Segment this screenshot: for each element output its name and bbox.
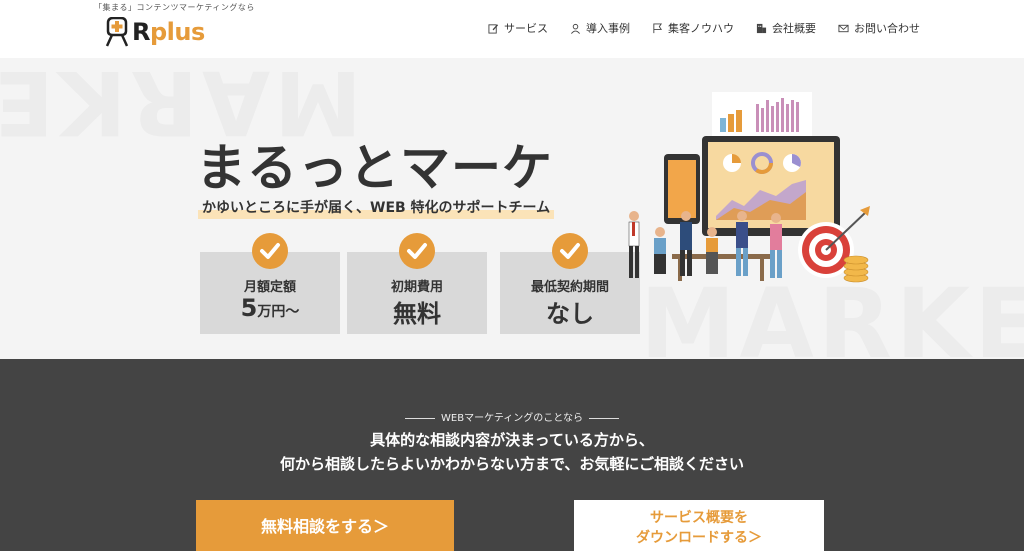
check-icon	[399, 233, 435, 269]
hero-title: まるっとマーケ	[196, 139, 553, 197]
check-icon	[552, 233, 588, 269]
download-overview-button[interactable]: サービス概要を ダウンロードする＞	[574, 500, 824, 551]
flag-icon	[653, 22, 663, 33]
nav-item-label: サービス	[504, 22, 548, 35]
hero-subtitle: かゆいところに手が届く、WEB 特化のサポートチーム	[198, 197, 555, 219]
feature-value: なし	[546, 300, 594, 328]
feature-card-monthly-fee: 月額定額 5万円〜	[200, 233, 340, 334]
main-nav: サービス 導入事例 集客ノウハウ 会社概要 お問い合わせ	[488, 20, 920, 36]
nav-item-service[interactable]: サービス	[488, 20, 548, 36]
background-word-bottom: MARKET	[640, 268, 1024, 359]
free-consultation-button[interactable]: 無料相談をする＞	[196, 500, 454, 551]
nav-item-label: 会社概要	[772, 22, 816, 35]
logo-text: Rplus	[132, 18, 205, 46]
header-tagline: 「集まる」コンテンツマーケティングなら	[94, 3, 255, 12]
nav-item-label: お問い合わせ	[854, 22, 920, 35]
marketing-team-illustration	[628, 92, 870, 283]
nav-item-label: 集客ノウハウ	[668, 22, 734, 35]
building-icon	[756, 23, 767, 33]
cta-heading-line1: 具体的な相談内容が決まっている方から、	[370, 431, 654, 449]
download-button-line1: サービス概要を	[650, 510, 748, 526]
feature-label: 初期費用	[390, 280, 443, 295]
nav-item-cases[interactable]: 導入事例	[570, 20, 630, 36]
user-icon	[571, 23, 580, 34]
cta-small-heading: WEBマーケティングのことなら	[0, 409, 1024, 424]
feature-card-minimum-term: 最低契約期間 なし	[500, 233, 640, 334]
cta-section: WEBマーケティングのことなら 具体的な相談内容が決まっている方から、 何から相…	[0, 359, 1024, 551]
mail-icon	[838, 24, 849, 32]
feature-card-initial-cost: 初期費用 無料	[347, 233, 487, 334]
site-header: 「集まる」コンテンツマーケティングなら Rplus サービス 導入事例 集客ノウ…	[0, 0, 1024, 58]
download-button-line2: ダウンロードする＞	[636, 530, 762, 546]
feature-value: 無料	[393, 300, 441, 328]
feature-label: 最低契約期間	[530, 280, 609, 295]
check-icon	[252, 233, 288, 269]
coin-stack-icon	[843, 255, 869, 283]
feature-value: 5万円〜	[240, 294, 300, 322]
logo[interactable]: Rplus	[104, 14, 205, 50]
cta-heading-line2: 何から相談したらよいかわからない方まで、お気軽にご相談ください	[279, 455, 745, 473]
nav-item-contact[interactable]: お問い合わせ	[838, 20, 920, 36]
nav-item-label: 導入事例	[586, 22, 630, 35]
nav-item-knowhow[interactable]: 集客ノウハウ	[652, 20, 734, 36]
feature-label: 月額定額	[243, 280, 296, 295]
edit-icon	[488, 23, 499, 34]
hero-section: MARKE MARKET まるっとマーケ かゆいところに手が届く、WEB 特化の…	[0, 58, 1024, 359]
logo-mark-icon	[105, 17, 129, 47]
nav-item-company[interactable]: 会社概要	[756, 20, 816, 36]
